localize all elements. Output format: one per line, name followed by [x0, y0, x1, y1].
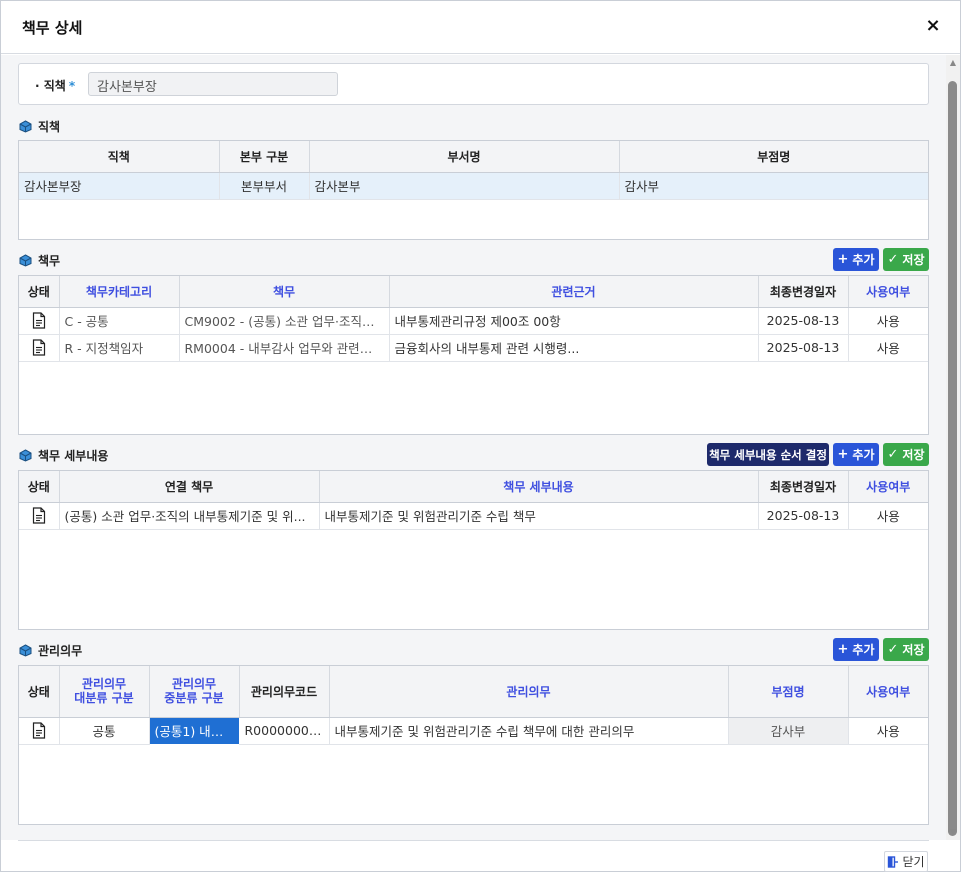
position-section-title: 직책 [19, 118, 60, 135]
table-row[interactable]: 공통 (공통1) 내부... R000000005 내부통제기준 및 위험관리기… [19, 716, 928, 745]
cell-category[interactable]: R - 지정책임자 [59, 334, 180, 362]
dialog-title: 책무 상세 [22, 19, 83, 37]
footer-divider [18, 840, 929, 841]
column-header[interactable]: 관리의무코드 [239, 666, 330, 718]
cell-basis[interactable]: 금융회사의 내부통제 관련 시행령... [389, 334, 759, 362]
position-input[interactable]: 감사본부장 [88, 72, 338, 96]
column-header[interactable]: 사용여부 [848, 276, 928, 308]
table-row[interactable]: (공통) 소관 업무·조직의 내부통제기준 및 위... 내부통제기준 및 위험… [19, 502, 928, 530]
document-icon [32, 722, 45, 739]
column-header[interactable]: 부점명 [619, 141, 928, 173]
cell-position[interactable]: 감사본부장 [19, 172, 220, 200]
dialog-header: 책무 상세 × [1, 1, 960, 54]
column-header[interactable]: 상태 [19, 471, 60, 503]
cube-icon [19, 254, 32, 267]
cube-icon [19, 644, 32, 657]
duty-detail-dialog: 책무 상세 × ▲ ▼ · 직책 * 감사본부장 직책 직책 본부 구분 부서명 … [0, 0, 961, 872]
column-header[interactable]: 관리의무 [329, 666, 729, 718]
vertical-scrollbar[interactable]: ▲ ▼ [946, 55, 960, 840]
cell-detail[interactable]: 내부통제기준 및 위험관리기준 수립 책무 [319, 502, 759, 530]
column-header[interactable]: 상태 [19, 666, 60, 718]
position-field-label: · 직책 * [35, 79, 76, 93]
document-icon [32, 507, 45, 524]
scroll-down-arrow-icon[interactable]: ▼ [946, 826, 960, 838]
status-cell[interactable] [19, 307, 60, 335]
duty-grid: 상태 책무카테고리 책무 관련근거 최종변경일자 사용여부 C - 공통 CM9… [18, 275, 929, 435]
column-header[interactable]: 관리의무 중분류 구분 [149, 666, 240, 718]
column-header[interactable]: 책무 [179, 276, 390, 308]
scroll-up-arrow-icon[interactable]: ▲ [946, 57, 960, 69]
cell-use[interactable]: 사용 [848, 334, 928, 362]
column-header[interactable]: 최종변경일자 [758, 276, 849, 308]
detail-section-title: 책무 세부내용 [19, 447, 108, 464]
scroll-thumb[interactable] [948, 81, 957, 836]
cell-obligation-code[interactable]: R000000005 [239, 717, 330, 745]
cell-branch[interactable]: 감사부 [619, 172, 928, 200]
cell-use[interactable]: 사용 [848, 502, 928, 530]
cube-icon [19, 120, 32, 133]
table-row[interactable]: R - 지정책임자 RM0004 - 내부감사 업무와 관련된 ... 금융회사… [19, 334, 928, 362]
column-header[interactable]: 관련근거 [389, 276, 759, 308]
detail-add-button[interactable]: + 추가 [833, 443, 879, 466]
position-grid: 직책 본부 구분 부서명 부점명 감사본부장 본부부서 감사본부 감사부 [18, 140, 929, 240]
cell-use[interactable]: 사용 [848, 717, 928, 745]
column-header[interactable]: 최종변경일자 [758, 471, 849, 503]
cell-linked-duty[interactable]: (공통) 소관 업무·조직의 내부통제기준 및 위... [59, 502, 320, 530]
duty-section-title: 책무 [19, 252, 60, 269]
document-icon [32, 339, 45, 356]
close-icon[interactable]: × [923, 15, 943, 37]
column-header[interactable]: 책무카테고리 [59, 276, 180, 308]
exit-door-icon [888, 855, 899, 868]
check-icon: ✓ [887, 447, 899, 462]
column-header[interactable]: 부서명 [309, 141, 620, 173]
cube-icon [19, 449, 32, 462]
plus-icon: + [837, 447, 849, 462]
obligation-section-title: 관리의무 [19, 642, 82, 659]
cell-date[interactable]: 2025-08-13 [758, 307, 849, 335]
column-header[interactable]: 책무 세부내용 [319, 471, 759, 503]
cell-category[interactable]: C - 공통 [59, 307, 180, 335]
detail-grid: 상태 연결 책무 책무 세부내용 최종변경일자 사용여부 (공통) 소관 업무·… [18, 470, 929, 630]
column-header[interactable]: 직책 [19, 141, 220, 173]
column-header[interactable]: 관리의무 대분류 구분 [59, 666, 150, 718]
obligation-save-button[interactable]: ✓ 저장 [883, 638, 929, 661]
check-icon: ✓ [887, 252, 899, 267]
plus-icon: + [837, 252, 849, 267]
status-cell[interactable] [19, 502, 60, 530]
cell-use[interactable]: 사용 [848, 307, 928, 335]
cell-duty[interactable]: CM9002 - (공통) 소관 업무·조직의 ... [179, 307, 390, 335]
check-icon: ✓ [887, 642, 899, 657]
cell-branch[interactable]: 감사부 [728, 717, 849, 745]
status-cell[interactable] [19, 334, 60, 362]
duty-add-button[interactable]: + 추가 [833, 248, 879, 271]
column-header[interactable]: 상태 [19, 276, 60, 308]
duty-save-button[interactable]: ✓ 저장 [883, 248, 929, 271]
column-header[interactable]: 본부 구분 [219, 141, 310, 173]
column-header[interactable]: 사용여부 [848, 666, 928, 718]
cell-dept[interactable]: 감사본부 [309, 172, 620, 200]
footer-close-button[interactable]: 닫기 [884, 851, 928, 872]
detail-save-button[interactable]: ✓ 저장 [883, 443, 929, 466]
cell-major-class[interactable]: 공통 [59, 717, 150, 745]
column-header[interactable]: 연결 책무 [59, 471, 320, 503]
obligation-add-button[interactable]: + 추가 [833, 638, 879, 661]
cell-date[interactable]: 2025-08-13 [758, 334, 849, 362]
position-field-panel: · 직책 * 감사본부장 [18, 63, 929, 105]
required-mark: * [68, 79, 76, 93]
cell-mid-class[interactable]: (공통1) 내부... [148, 716, 240, 745]
table-row[interactable]: C - 공통 CM9002 - (공통) 소관 업무·조직의 ... 내부통제관… [19, 307, 928, 335]
status-cell[interactable] [19, 717, 60, 745]
plus-icon: + [837, 642, 849, 657]
cell-hq-type[interactable]: 본부부서 [219, 172, 310, 200]
detail-order-button[interactable]: 책무 세부내용 순서 결정 [707, 443, 829, 466]
cell-basis[interactable]: 내부통제관리규정 제00조 00항 [389, 307, 759, 335]
cell-date[interactable]: 2025-08-13 [758, 502, 849, 530]
cell-duty[interactable]: RM0004 - 내부감사 업무와 관련된 ... [179, 334, 390, 362]
obligation-grid: 상태 관리의무 대분류 구분 관리의무 중분류 구분 관리의무코드 관리의무 부… [18, 665, 929, 825]
table-row[interactable]: 감사본부장 본부부서 감사본부 감사부 [19, 172, 928, 200]
document-icon [32, 312, 45, 329]
column-header[interactable]: 부점명 [728, 666, 849, 718]
cell-obligation[interactable]: 내부통제기준 및 위험관리기준 수립 책무에 대한 관리의무 [329, 717, 729, 745]
column-header[interactable]: 사용여부 [848, 471, 928, 503]
